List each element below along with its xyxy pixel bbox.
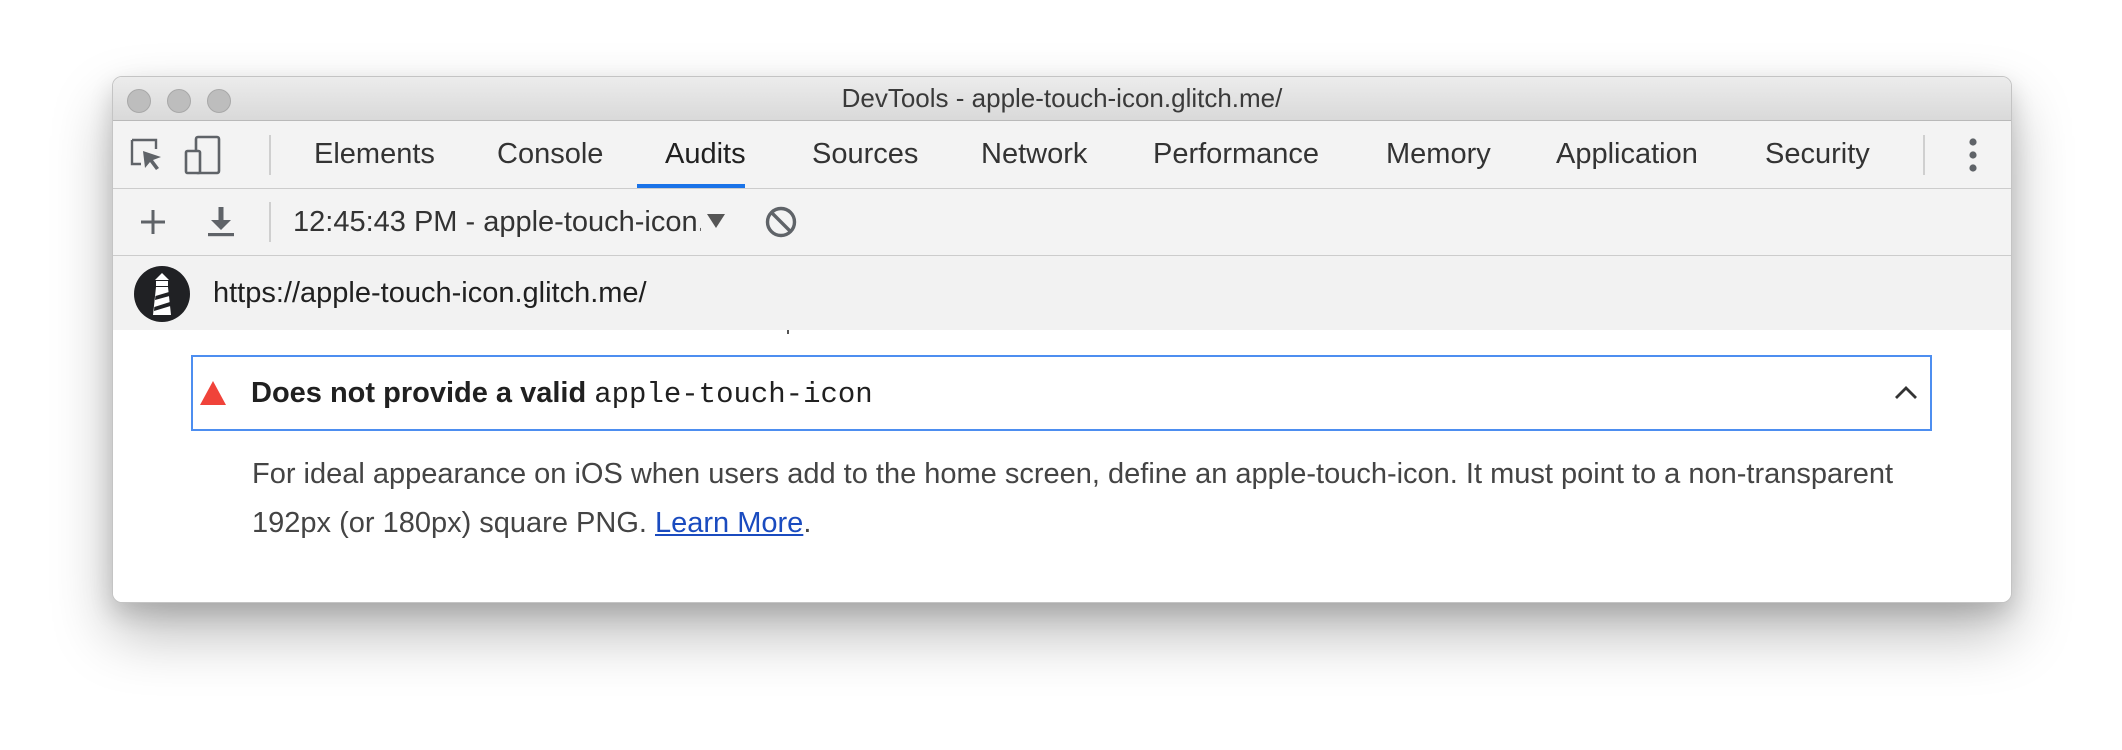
tab-sources[interactable]: Sources bbox=[812, 121, 918, 188]
inspect-element-icon[interactable] bbox=[125, 133, 169, 177]
audit-title-text: Does not provide a valid bbox=[251, 377, 587, 409]
add-icon[interactable] bbox=[131, 200, 175, 244]
tab-performance[interactable]: Performance bbox=[1153, 121, 1319, 188]
tab-security[interactable]: Security bbox=[1765, 121, 1870, 188]
tab-overflow-divider bbox=[1923, 135, 1925, 175]
tab-audits[interactable]: Audits bbox=[665, 121, 746, 188]
dropdown-arrow-icon[interactable] bbox=[707, 214, 725, 228]
report-url-bar: https://apple-touch-icon.glitch.me/ bbox=[113, 256, 2011, 330]
stage: DevTools - apple-touch-icon.glitch.me/ E… bbox=[0, 0, 2122, 750]
learn-more-link[interactable]: Learn More bbox=[655, 507, 803, 539]
tab-elements[interactable]: Elements bbox=[314, 121, 435, 188]
report-content: Does not provide a valid apple-touch-ico… bbox=[113, 330, 2011, 602]
more-options-icon[interactable] bbox=[1951, 133, 1995, 177]
toolbar-divider-2 bbox=[269, 202, 271, 242]
active-tab-indicator bbox=[637, 184, 745, 188]
tab-application[interactable]: Application bbox=[1556, 121, 1698, 188]
audit-title: Does not provide a valid apple-touch-ico… bbox=[251, 357, 873, 429]
toolbar-divider bbox=[269, 135, 271, 175]
tab-memory[interactable]: Memory bbox=[1386, 121, 1491, 188]
title-bar: DevTools - apple-touch-icon.glitch.me/ bbox=[113, 77, 2011, 121]
clear-icon[interactable] bbox=[759, 200, 803, 244]
chevron-up-icon[interactable] bbox=[1892, 379, 1920, 407]
devtools-window: DevTools - apple-touch-icon.glitch.me/ E… bbox=[112, 76, 2012, 603]
report-select[interactable]: 12:45:43 PM - apple-touch-icon.glitch.me… bbox=[293, 189, 701, 255]
audit-title-code: apple-touch-icon bbox=[594, 378, 873, 411]
audits-toolbar: 12:45:43 PM - apple-touch-icon.glitch.me… bbox=[113, 189, 2011, 256]
download-icon[interactable] bbox=[199, 200, 243, 244]
audit-header[interactable]: Does not provide a valid apple-touch-ico… bbox=[191, 355, 1932, 431]
device-toolbar-icon[interactable] bbox=[181, 133, 225, 177]
tab-network[interactable]: Network bbox=[981, 121, 1087, 188]
lighthouse-icon bbox=[134, 266, 190, 322]
report-url: https://apple-touch-icon.glitch.me/ bbox=[213, 277, 647, 309]
scrolled-content-fragment bbox=[787, 330, 789, 334]
fail-triangle-icon bbox=[200, 381, 226, 405]
audit-description: For ideal appearance on iOS when users a… bbox=[252, 450, 1952, 548]
window-title: DevTools - apple-touch-icon.glitch.me/ bbox=[841, 83, 1283, 113]
panel-tab-bar: Elements Console Audits Sources Network … bbox=[113, 121, 2011, 189]
tab-console[interactable]: Console bbox=[497, 121, 603, 188]
audit-description-text: For ideal appearance on iOS when users a… bbox=[252, 458, 1894, 539]
audit-description-end: . bbox=[803, 507, 812, 539]
